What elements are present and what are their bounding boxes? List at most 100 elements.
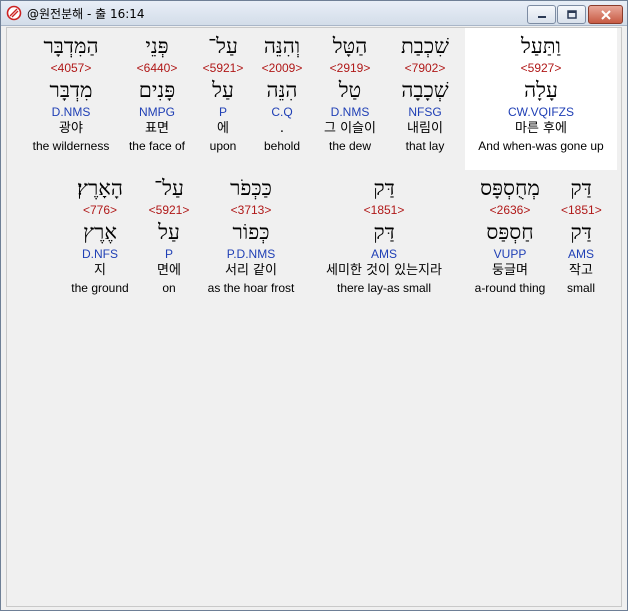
morph-code: D.NMS — [330, 105, 370, 119]
lemma: דַּק — [373, 220, 395, 244]
word-cell[interactable]: הַמִּדְבָּר <4057> מִדְבָּר D.NMS 광야 the… — [27, 32, 115, 154]
hebrew-word: דַּק — [373, 176, 395, 200]
english-gloss: And when-was gone up — [478, 139, 604, 153]
strong-number[interactable]: <1851> — [561, 202, 602, 218]
strong-number[interactable]: <2919> — [315, 60, 385, 76]
morph-code: CW.VQIFZS — [508, 105, 574, 119]
korean-gloss: 광야 — [59, 121, 83, 136]
korean-gloss: 서리 같이 — [225, 263, 277, 278]
lemma: אֶרֶץ — [83, 220, 117, 244]
hebrew-word: מְחֻסְפָּס — [480, 176, 540, 200]
hebrew-word: וְהִנֵּה — [263, 34, 301, 58]
strong-number[interactable]: <776> — [63, 202, 137, 218]
lemma: פָּנִים — [138, 78, 176, 102]
korean-gloss: 그 이슬이 — [324, 121, 376, 136]
morph-code: P — [164, 247, 173, 261]
lemma: כְּפוֹר — [232, 220, 270, 244]
app-logo-icon — [6, 5, 22, 21]
word-cell[interactable]: הַטָּל <2919> טַל D.NMS 그 이슬이 the dew — [315, 32, 385, 154]
hebrew-word: הָאָרֶץ׃ — [77, 176, 123, 200]
word-cell[interactable]: שִׁכְבַת <7902> שְׁכָבָה NFSG 내림이 that l… — [392, 32, 458, 154]
maximize-button[interactable] — [557, 5, 586, 24]
lemma: עַל — [158, 220, 180, 244]
korean-gloss: 둥글며 — [492, 263, 528, 278]
english-gloss: there lay-as small — [336, 281, 432, 295]
hebrew-word: וַתַּעַל — [521, 34, 561, 58]
hebrew-word: הַמִּדְבָּר — [43, 34, 99, 58]
word-cell[interactable]: פְּנֵי <6440> פָּנִים NMPG 표면 the face o… — [123, 32, 191, 154]
window-title: @원전분해 - 출 16:14 — [27, 7, 145, 21]
lemma: מִדְבָּר — [49, 78, 93, 102]
korean-gloss: 작고 — [569, 263, 593, 278]
strong-number[interactable]: <3713> — [201, 202, 301, 218]
english-gloss: behold — [263, 139, 301, 153]
english-gloss: as the hoar frost — [207, 281, 295, 295]
word-cell[interactable]: כַּכְּפֹר <3713> כְּפוֹר P.D.NMS 서리 같이 a… — [201, 174, 301, 296]
morph-code: VUPP — [493, 247, 527, 261]
lemma: הִנֵּה — [266, 78, 298, 102]
morph-code: P.D.NMS — [226, 247, 276, 261]
strong-number[interactable]: <6440> — [123, 60, 191, 76]
strong-number[interactable]: <5921> — [196, 60, 250, 76]
english-gloss: the face of — [128, 139, 186, 153]
korean-gloss: 표면 — [145, 121, 169, 136]
hebrew-word: הַטָּל — [332, 34, 368, 58]
strong-number[interactable]: <2636> — [467, 202, 553, 218]
word-cell[interactable]: עַל־ <5921> עַל P 에 upon — [196, 32, 250, 154]
hebrew-word: עַל־ — [154, 176, 184, 200]
lemma: טַל — [338, 78, 362, 102]
hebrew-word: כַּכְּפֹר — [230, 176, 272, 200]
word-cell[interactable]: מְחֻסְפָּס <2636> חַסְפַּס VUPP 둥글며 a-ro… — [467, 174, 553, 296]
lemma: עַל — [212, 78, 234, 102]
english-gloss: upon — [209, 139, 237, 153]
minimize-button[interactable] — [527, 5, 556, 24]
strong-number[interactable]: <5921> — [143, 202, 195, 218]
english-gloss: small — [566, 281, 595, 295]
english-gloss: the dew — [328, 139, 372, 153]
title-bar[interactable]: @원전분해 - 출 16:14 — [1, 1, 627, 26]
hebrew-word: עַל־ — [208, 34, 238, 58]
analysis-panel: וַתַּעַל <5927> עָלָה CW.VQIFZS 마른 후에 An… — [6, 27, 622, 607]
hebrew-word: דַּק — [570, 176, 592, 200]
morph-code: P — [218, 105, 227, 119]
morph-code: NMPG — [139, 105, 175, 119]
strong-number[interactable]: <1851> — [307, 202, 461, 218]
strong-number[interactable]: <4057> — [27, 60, 115, 76]
lemma: דַּק — [570, 220, 592, 244]
morph-code: D.NFS — [82, 247, 118, 261]
word-cell[interactable]: הָאָרֶץ׃ <776> אֶרֶץ D.NFS 지 the ground — [63, 174, 137, 296]
strong-number[interactable]: <2009> — [255, 60, 309, 76]
minimize-icon — [537, 15, 546, 18]
korean-gloss: 면에 — [157, 263, 181, 278]
korean-gloss: . — [279, 121, 285, 136]
lemma: עָלָה — [524, 78, 558, 102]
close-icon — [600, 9, 611, 20]
korean-gloss: 지 — [94, 263, 106, 278]
close-button[interactable] — [588, 5, 623, 24]
word-cell[interactable]: דַּק <1851> דַּק AMS 세미한 것이 있는지라 there l… — [307, 174, 461, 296]
word-cell[interactable]: וְהִנֵּה <2009> הִנֵּה C.Q . behold — [255, 32, 309, 154]
strong-number[interactable]: <5927> — [465, 60, 617, 76]
korean-gloss: 내림이 — [407, 121, 443, 136]
english-gloss: a-round thing — [474, 281, 546, 295]
korean-gloss: 에 — [217, 121, 229, 136]
morph-code: D.NMS — [51, 105, 91, 119]
maximize-icon — [566, 9, 577, 19]
hebrew-word: פְּנֵי — [145, 34, 169, 58]
english-gloss: the wilderness — [32, 139, 110, 153]
strong-number[interactable]: <7902> — [392, 60, 458, 76]
app-window: @원전분해 - 출 16:14 וַתַּעַל <5927> עָלָה CW… — [0, 0, 628, 611]
lemma: חַסְפַּס — [486, 220, 534, 244]
morph-code: AMS — [567, 247, 594, 261]
morph-code: NFSG — [408, 105, 442, 119]
korean-gloss: 마른 후에 — [515, 121, 567, 136]
korean-gloss: 세미한 것이 있는지라 — [326, 263, 442, 278]
word-cell[interactable]: וַתַּעַל <5927> עָלָה CW.VQIFZS 마른 후에 An… — [465, 32, 617, 154]
word-cell[interactable]: דַּק <1851> דַּק AMS 작고 small — [561, 174, 602, 296]
english-gloss: that lay — [405, 139, 445, 153]
hebrew-word: שִׁכְבַת — [400, 34, 450, 58]
morph-code: AMS — [370, 247, 397, 261]
english-gloss: on — [162, 281, 176, 295]
morph-code: C.Q — [271, 105, 293, 119]
word-cell[interactable]: עַל־ <5921> עַל P 면에 on — [143, 174, 195, 296]
